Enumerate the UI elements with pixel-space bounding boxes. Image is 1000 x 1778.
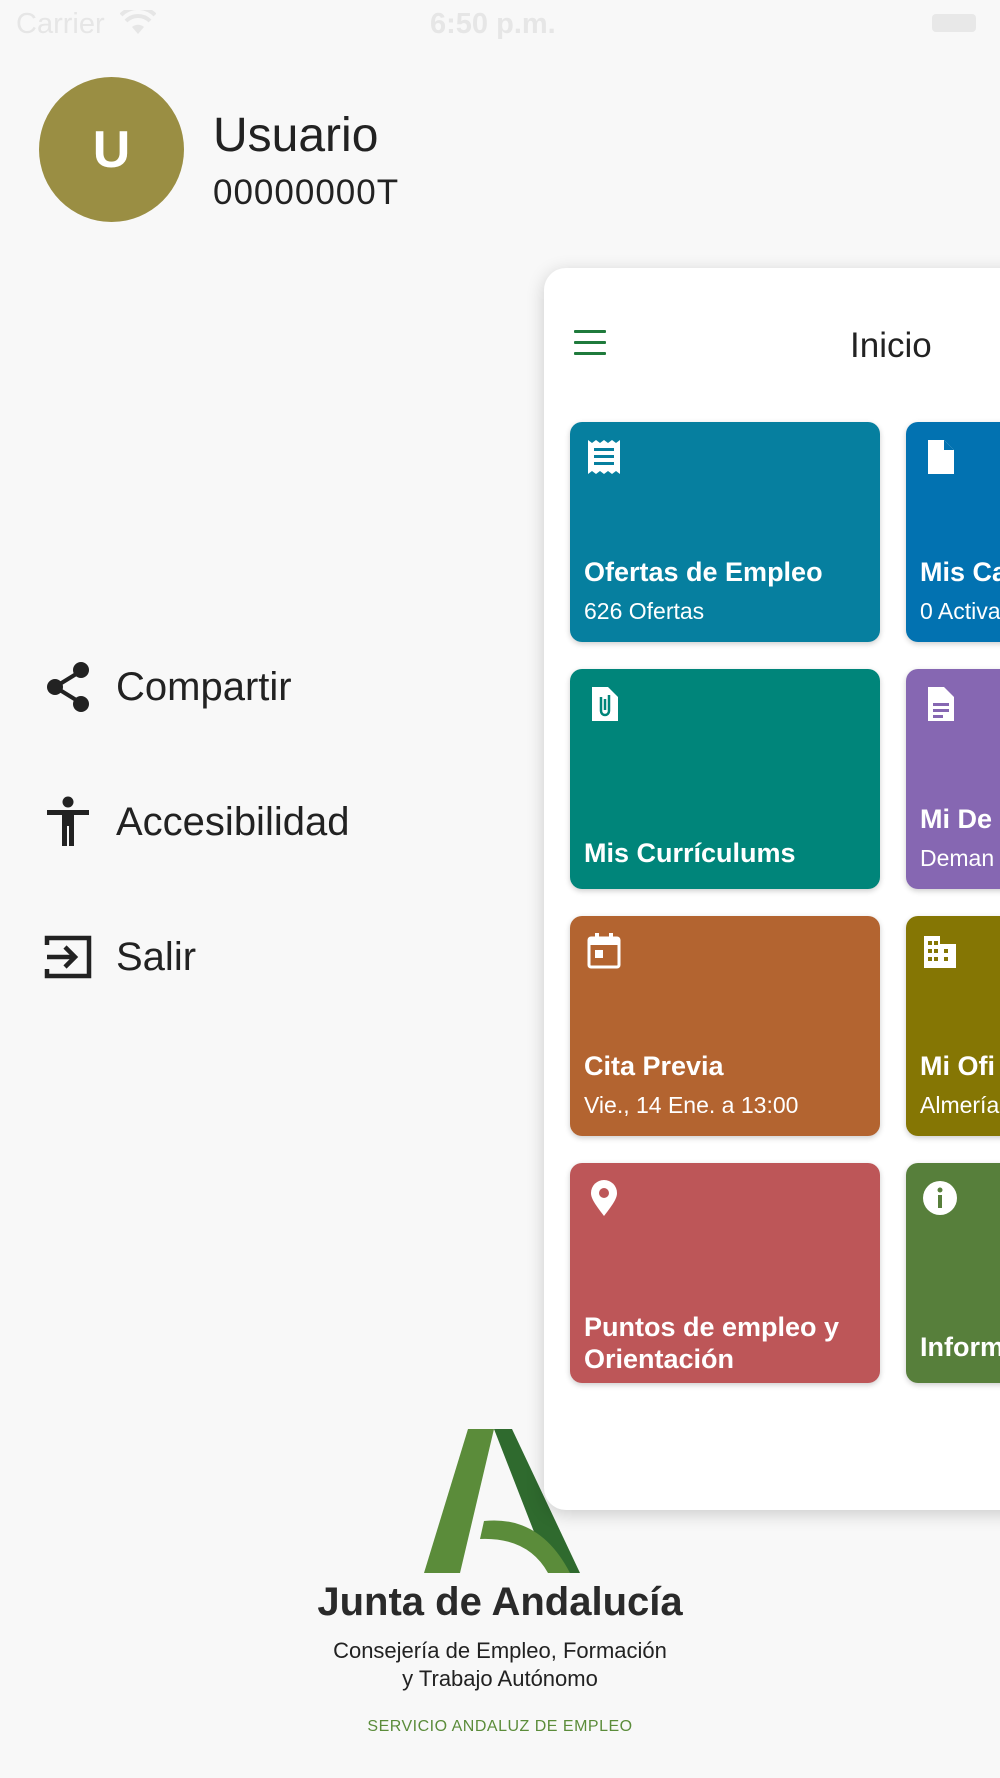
menu-icon[interactable] [574, 330, 606, 356]
tile-subtitle: 0 Activa [920, 598, 1000, 624]
battery-icon [932, 14, 976, 32]
menu-label-exit: Salir [116, 934, 197, 979]
tile-title: Puntos de empleo y Orientación [584, 1312, 840, 1374]
tile-demand[interactable]: Mi De Deman [906, 669, 1000, 889]
tile-office[interactable]: Mi Ofi Almería [906, 916, 1000, 1136]
tile-title: Inform [920, 1332, 1000, 1362]
text-document-icon [928, 687, 954, 721]
receipt-icon [588, 440, 620, 474]
share-icon [42, 661, 94, 713]
wifi-icon [120, 10, 156, 34]
tile-title: Cita Previa [584, 1051, 724, 1081]
accessibility-icon [42, 796, 94, 848]
tile-title: Mis Ca [920, 557, 1000, 587]
main-panel[interactable]: Inicio Ofertas de Empleo 626 Ofertas Mis… [544, 268, 1000, 1510]
menu-label-accessibility: Accesibilidad [116, 799, 350, 844]
exit-icon [42, 931, 94, 983]
menu-item-exit[interactable]: Salir [42, 922, 462, 992]
tile-title: Mi Ofi [920, 1051, 995, 1081]
tile-subtitle: 626 Ofertas [584, 598, 705, 624]
tile-title: Mi De [920, 804, 993, 834]
carrier-label: Carrier [16, 8, 105, 40]
avatar[interactable]: U [39, 77, 184, 222]
document-icon [928, 440, 954, 474]
location-pin-icon [591, 1180, 617, 1216]
menu-label-share: Compartir [116, 664, 292, 709]
tile-subtitle: Almería [920, 1092, 1000, 1118]
tile-subtitle: Vie., 14 Ene. a 13:00 [584, 1092, 799, 1118]
page-title: Inicio [850, 326, 932, 365]
user-id: 00000000T [213, 173, 400, 212]
logo-title: Junta de Andalucía [317, 1580, 683, 1624]
user-name: Usuario [213, 109, 379, 162]
attachment-file-icon [592, 687, 618, 721]
logo-service-name: SERVICIO ANDALUZ DE EMPLEO [367, 1718, 633, 1735]
menu-item-share[interactable]: Compartir [42, 652, 462, 722]
tile-title: Mis Currículums [584, 838, 796, 868]
calendar-icon [587, 933, 621, 969]
tile-subtitle: Deman [920, 845, 995, 871]
status-bar: Carrier 6:50 p.m. [0, 0, 1000, 50]
tile-resumes[interactable]: Mis Currículums [570, 669, 880, 889]
tile-applications[interactable]: Mis Ca 0 Activa [906, 422, 1000, 642]
logo-subtitle-line2: y Trabajo Autónomo [402, 1666, 598, 1691]
tile-employment-points[interactable]: Puntos de empleo y Orientación [570, 1163, 880, 1383]
info-icon [923, 1181, 957, 1215]
clock: 6:50 p.m. [430, 8, 556, 40]
menu-item-accessibility[interactable]: Accesibilidad [42, 787, 462, 857]
tile-information[interactable]: Inform [906, 1163, 1000, 1383]
tile-job-offers[interactable]: Ofertas de Empleo 626 Ofertas [570, 422, 880, 642]
building-icon [924, 936, 956, 968]
tile-appointment[interactable]: Cita Previa Vie., 14 Ene. a 13:00 [570, 916, 880, 1136]
logo-subtitle-line1: Consejería de Empleo, Formación [333, 1638, 667, 1663]
tile-title: Ofertas de Empleo [584, 557, 823, 587]
